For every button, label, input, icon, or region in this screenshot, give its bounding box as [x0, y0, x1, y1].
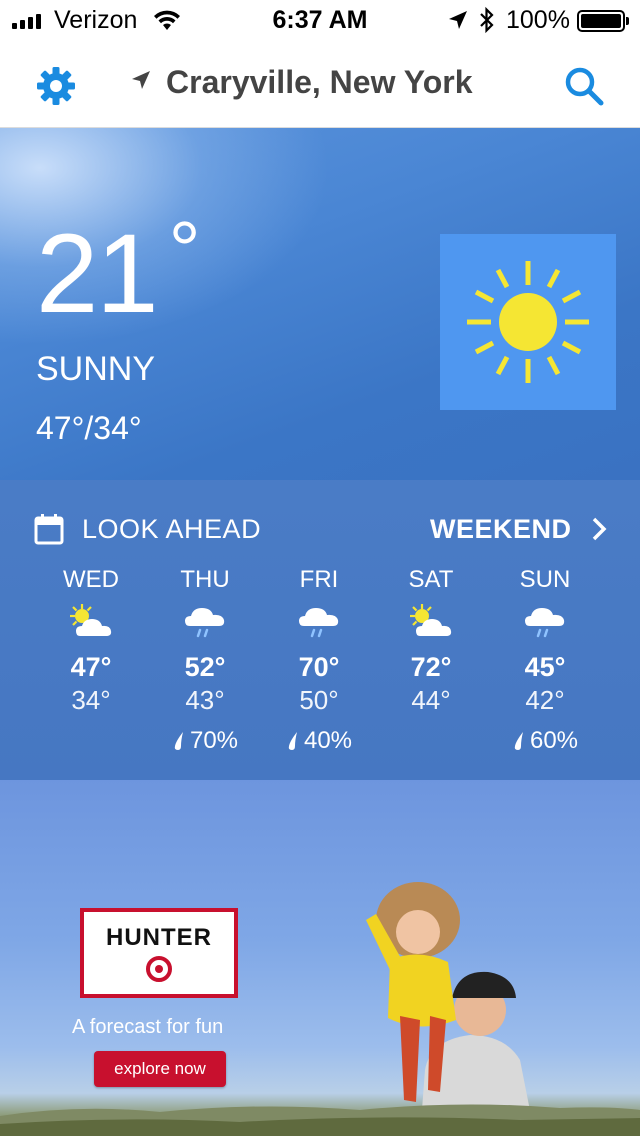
precipitation: [376, 726, 486, 756]
day-name: FRI: [299, 566, 339, 593]
low-temp: 42°: [525, 685, 565, 715]
low-temp: 44°: [411, 685, 451, 715]
high-low-temperature: 47°/34°: [36, 410, 142, 446]
location-title[interactable]: Craryville, New York: [130, 64, 473, 101]
condition-text: SUNNY: [36, 350, 156, 388]
partly-sunny-icon: [376, 598, 486, 646]
day-name: SUN: [519, 566, 571, 593]
hunter-target-logo[interactable]: HUNTER: [80, 908, 238, 998]
day-name: SAT: [408, 566, 454, 593]
bluetooth-icon: [478, 6, 496, 39]
target-bullseye-icon: [146, 956, 172, 982]
current-temperature: 21 °: [36, 205, 201, 336]
look-ahead-section: LOOK AHEAD WEEKEND WED 47° 34° THU 52° 4…: [0, 480, 640, 780]
raindrop-icon: [514, 732, 523, 750]
battery-percentage: 100%: [506, 6, 570, 34]
high-temp: 52°: [184, 652, 226, 682]
high-temp: 47°: [70, 652, 112, 682]
forecast-day[interactable]: FRI 70° 50° 40%: [264, 566, 374, 756]
look-ahead-title: LOOK AHEAD: [82, 514, 262, 544]
precipitation: [36, 726, 146, 756]
gear-icon[interactable]: [34, 64, 78, 108]
precipitation: 60%: [490, 726, 600, 756]
chevron-right-icon[interactable]: [590, 516, 608, 547]
location-name: Craryville, New York: [166, 64, 473, 100]
current-conditions[interactable]: 21 ° SUNNY 47°/34°: [0, 128, 640, 480]
low-temp: 34°: [71, 685, 111, 715]
weekend-link[interactable]: WEEKEND: [430, 514, 572, 545]
raindrop-icon: [288, 732, 297, 750]
calendar-icon: [34, 513, 64, 550]
explore-now-button[interactable]: explore now: [94, 1051, 226, 1087]
precipitation: 40%: [264, 726, 374, 756]
sun-icon: [440, 234, 616, 410]
day-name: WED: [63, 566, 119, 593]
search-icon[interactable]: [562, 64, 606, 108]
rain-cloud-icon: [490, 598, 600, 646]
day-name: THU: [180, 566, 230, 593]
low-temp: 43°: [185, 685, 225, 715]
location-arrow-icon: [130, 69, 152, 96]
ad-tagline: A forecast for fun: [72, 1016, 224, 1038]
forecast-day[interactable]: WED 47° 34°: [36, 566, 146, 756]
high-temp: 45°: [524, 652, 566, 682]
advertisement-banner[interactable]: HUNTER A forecast for fun explore now: [0, 780, 640, 1136]
location-services-icon: [447, 9, 469, 36]
ad-landscape-illustration: [0, 1104, 640, 1136]
forecast-day[interactable]: THU 52° 43° 70%: [150, 566, 260, 756]
daily-forecast-list: WED 47° 34° THU 52° 43° 70% FRI 70° 50° …: [34, 566, 604, 776]
brand-name: HUNTER: [106, 924, 212, 951]
rain-cloud-icon: [264, 598, 374, 646]
forecast-day[interactable]: SUN 45° 42° 60%: [490, 566, 600, 756]
ad-photo-illustration: [366, 882, 535, 1136]
raindrop-icon: [174, 732, 183, 750]
high-temp: 70°: [298, 652, 340, 682]
battery-icon: [577, 10, 629, 32]
forecast-day[interactable]: SAT 72° 44°: [376, 566, 486, 756]
high-temp: 72°: [410, 652, 452, 682]
status-bar: Verizon 6:37 AM 100%: [0, 0, 640, 40]
precipitation: 70%: [150, 726, 260, 756]
app-header: Craryville, New York: [0, 40, 640, 128]
low-temp: 50°: [299, 685, 339, 715]
partly-sunny-icon: [36, 598, 146, 646]
rain-cloud-icon: [150, 598, 260, 646]
